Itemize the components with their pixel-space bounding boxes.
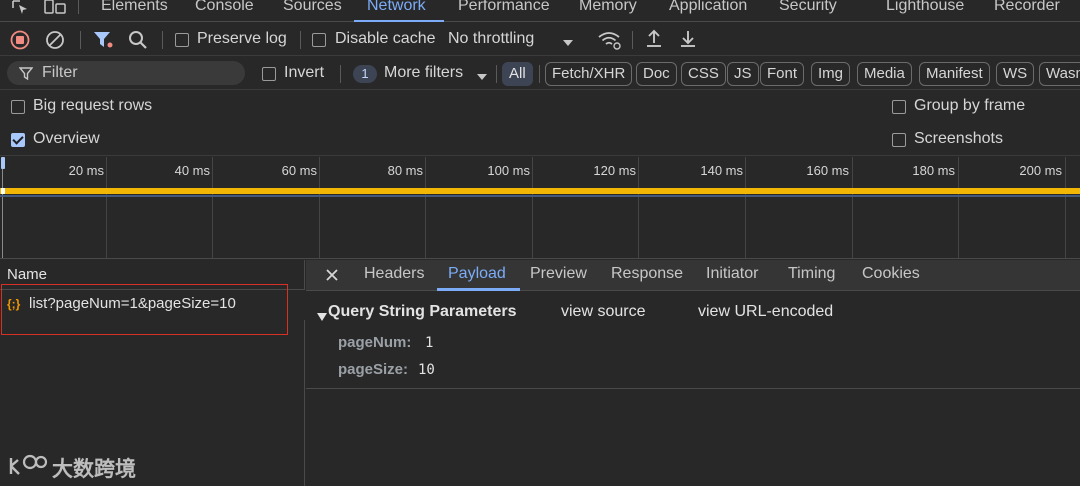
tab-console[interactable]: Console	[195, 0, 254, 20]
request-list: Name {;} list?pageNum=1&pageSize=10 大数跨境	[0, 260, 305, 486]
timeline-tick-label: 100 ms	[487, 163, 530, 178]
watermark-logo	[8, 452, 48, 483]
preserve-log-checkbox[interactable]	[175, 33, 189, 47]
search-icon[interactable]	[128, 30, 148, 55]
filter-icon	[18, 67, 34, 85]
more-filters-button[interactable]: More filters	[384, 64, 463, 82]
payload-section: Query String Parameters view source view…	[306, 291, 1080, 389]
timeline-tick-label: 60 ms	[281, 163, 317, 178]
big-request-rows-checkbox[interactable]	[11, 100, 25, 114]
disable-cache-checkbox[interactable]	[312, 33, 326, 47]
filter-type-media[interactable]: Media	[857, 62, 912, 86]
big-request-rows-label: Big request rows	[33, 97, 153, 114]
detail-tab-payload[interactable]: Payload	[448, 265, 506, 283]
filter-type-wasm[interactable]: Wasm	[1039, 62, 1080, 86]
preserve-log-label: Preserve log	[197, 30, 287, 47]
param-value: 10	[418, 362, 435, 378]
throttling-select[interactable]: No throttling	[448, 30, 534, 48]
view-source-button[interactable]: view source	[561, 303, 645, 321]
import-har-icon[interactable]	[645, 29, 663, 54]
tab-network[interactable]: Network	[367, 0, 426, 20]
overview-handle[interactable]	[1, 157, 5, 169]
filter-type-css[interactable]: CSS	[681, 62, 726, 86]
overview-handle[interactable]	[1, 188, 5, 194]
filter-input[interactable]: Filter	[7, 61, 245, 85]
timeline-tick-label: 80 ms	[387, 163, 423, 178]
invert-label: Invert	[284, 64, 325, 81]
detail-tab-response[interactable]: Response	[611, 265, 683, 283]
invert-checkbox[interactable]	[262, 67, 276, 81]
tab-application[interactable]: Application	[669, 0, 747, 20]
detail-tab-initiator[interactable]: Initiator	[706, 265, 758, 283]
request-detail-panel: Headers Payload Preview Response Initiat…	[306, 260, 1080, 486]
export-har-icon[interactable]	[679, 29, 697, 54]
detail-tab-timing[interactable]: Timing	[788, 265, 835, 283]
filter-type-doc[interactable]: Doc	[636, 62, 677, 86]
filter-type-fetch-xhr[interactable]: Fetch/XHR	[545, 62, 633, 86]
filter-type-js[interactable]: JS	[727, 62, 759, 86]
timeline-tick-label: 120 ms	[593, 163, 636, 178]
group-by-frame-label: Group by frame	[914, 97, 1026, 114]
screenshots-checkbox[interactable]	[892, 133, 906, 147]
clear-icon[interactable]	[45, 30, 65, 55]
timeline-tick-label: 160 ms	[806, 163, 849, 178]
triangle-down-icon[interactable]	[317, 308, 327, 326]
active-tab-indicator	[354, 20, 444, 22]
tab-sources[interactable]: Sources	[283, 0, 342, 20]
chevron-down-icon[interactable]	[562, 35, 574, 53]
detail-tab-headers[interactable]: Headers	[364, 265, 424, 283]
filter-type-manifest[interactable]: Manifest	[919, 62, 990, 86]
stop-recording-icon[interactable]	[10, 30, 30, 55]
param-value: 1	[425, 335, 434, 351]
param-key: pageSize:	[338, 361, 409, 378]
request-waterfall-bar	[0, 188, 1080, 194]
network-conditions-icon[interactable]	[597, 30, 621, 55]
query-string-parameters-header[interactable]: Query String Parameters	[328, 303, 517, 321]
overview-checkbox[interactable]	[11, 133, 25, 147]
chevron-down-icon[interactable]	[476, 69, 488, 87]
network-toolbar: Preserve log Disable cache No throttling	[0, 23, 1080, 56]
timeline-tick-label: 40 ms	[174, 163, 210, 178]
filter-funnel-icon[interactable]	[93, 31, 113, 54]
timeline-tick-label: 200 ms	[1019, 163, 1062, 178]
overview-label: Overview	[33, 130, 100, 147]
dom-content-loaded-line	[0, 195, 1080, 197]
close-icon[interactable]	[325, 268, 339, 287]
detail-tab-preview[interactable]: Preview	[530, 265, 587, 283]
param-key: pageNum:	[338, 334, 412, 351]
timeline-tick-label: 20 ms	[68, 163, 104, 178]
tab-elements[interactable]: Elements	[101, 0, 168, 20]
filter-type-all[interactable]: All	[502, 62, 533, 86]
filter-bar: Filter Invert 1 More filters All Fetch/X…	[0, 57, 1080, 90]
filter-placeholder: Filter	[42, 64, 78, 81]
disable-cache-label: Disable cache	[335, 30, 436, 47]
watermark-text: 大数跨境	[52, 458, 136, 481]
highlight-box	[1, 284, 288, 335]
device-toolbar-icon[interactable]	[44, 0, 68, 16]
network-settings-pane: Big request rows Overview Group by frame…	[0, 90, 1080, 156]
tab-security[interactable]: Security	[779, 0, 837, 20]
devtools-tab-strip: Elements Console Sources Network Perform…	[0, 0, 1080, 22]
view-url-encoded-button[interactable]: view URL-encoded	[698, 303, 833, 321]
tab-recorder[interactable]: Recorder	[994, 0, 1060, 20]
tab-performance[interactable]: Performance	[458, 0, 550, 20]
column-header-name[interactable]: Name	[7, 266, 47, 283]
screenshots-label: Screenshots	[914, 130, 1003, 147]
timeline-tick-label: 140 ms	[700, 163, 743, 178]
filter-type-img[interactable]: Img	[811, 62, 851, 86]
tab-lighthouse[interactable]: Lighthouse	[886, 0, 964, 20]
timeline-tick-label: 180 ms	[912, 163, 955, 178]
group-by-frame-checkbox[interactable]	[892, 100, 906, 114]
tab-memory[interactable]: Memory	[579, 0, 637, 20]
detail-tab-strip: Headers Payload Preview Response Initiat…	[306, 260, 1080, 291]
network-overview-timeline[interactable]: 20 ms 40 ms 60 ms 80 ms 100 ms 120 ms 14…	[0, 157, 1080, 259]
filter-type-font[interactable]: Font	[760, 62, 805, 86]
detail-tab-cookies[interactable]: Cookies	[862, 265, 920, 283]
inspect-element-icon[interactable]	[12, 0, 36, 16]
more-filters-count-badge: 1	[353, 65, 377, 83]
filter-type-ws[interactable]: WS	[996, 62, 1035, 86]
